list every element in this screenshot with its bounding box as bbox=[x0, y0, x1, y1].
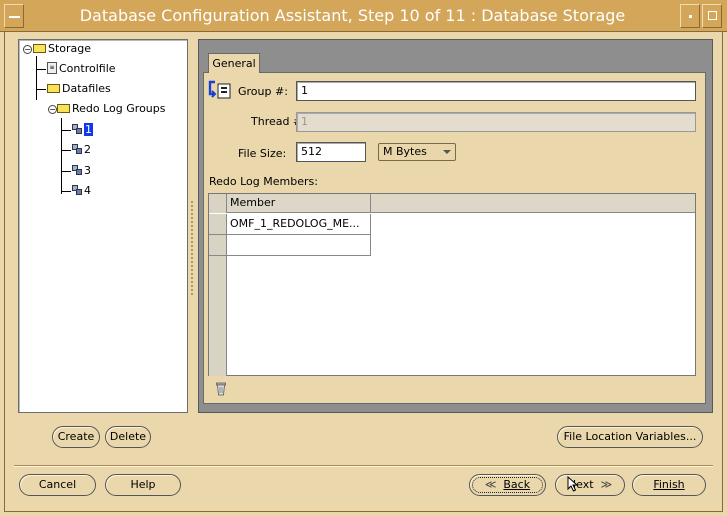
create-button[interactable]: Create bbox=[52, 426, 100, 448]
help-button[interactable]: Help bbox=[105, 474, 181, 496]
tree-item-storage[interactable]: Storage bbox=[33, 41, 91, 57]
file-size-label: File Size: bbox=[238, 147, 287, 160]
redo-log-group-icon bbox=[208, 80, 231, 99]
back-button[interactable]: ≪ Back bbox=[469, 474, 546, 496]
tree-item-group-3[interactable]: 3 bbox=[72, 163, 91, 179]
window-title: Database Configuration Assistant, Step 1… bbox=[79, 6, 626, 25]
group-number-field[interactable]: 1 bbox=[296, 81, 696, 101]
tab-general[interactable]: General bbox=[208, 53, 260, 73]
square-icon bbox=[708, 11, 717, 20]
row-header[interactable] bbox=[209, 235, 227, 256]
folder-icon bbox=[33, 43, 46, 53]
redo-log-members-label: Redo Log Members: bbox=[209, 175, 318, 188]
folder-icon bbox=[57, 103, 70, 113]
next-button[interactable]: Next ≫ bbox=[555, 474, 625, 496]
folder-icon bbox=[47, 83, 60, 93]
tree-connector bbox=[61, 191, 71, 192]
collapse-icon[interactable]: − bbox=[48, 105, 57, 114]
members-table[interactable]: Member OMF_1_REDOLOG_ME... bbox=[208, 193, 696, 376]
table-cell-member[interactable]: OMF_1_REDOLOG_ME... bbox=[227, 214, 371, 235]
cancel-button[interactable]: Cancel bbox=[19, 474, 96, 496]
row-header[interactable] bbox=[209, 214, 227, 235]
collapse-icon[interactable]: − bbox=[23, 45, 32, 54]
finish-button[interactable]: Finish bbox=[632, 474, 706, 496]
thread-number-field: 1 bbox=[296, 112, 696, 132]
chevron-left-icon: ≪ bbox=[484, 478, 497, 491]
file-size-field[interactable]: 512 bbox=[296, 142, 366, 162]
redo-log-group-icon bbox=[72, 144, 83, 154]
window-menu-button[interactable] bbox=[4, 4, 24, 28]
minimize-button[interactable] bbox=[680, 4, 700, 28]
minus-icon bbox=[9, 16, 20, 18]
column-header-member[interactable]: Member bbox=[227, 194, 371, 213]
tree-item-datafiles[interactable]: Datafiles bbox=[47, 81, 111, 97]
maximize-button[interactable] bbox=[702, 4, 722, 28]
tree-item-controlfile[interactable]: ≡ Controlfile bbox=[47, 61, 116, 77]
splitter-handle[interactable] bbox=[190, 200, 194, 296]
row-header-column bbox=[209, 256, 227, 376]
tree-connector bbox=[61, 150, 71, 151]
table-corner bbox=[209, 194, 227, 213]
chevron-right-icon: ≫ bbox=[600, 478, 613, 491]
tree-connector bbox=[36, 56, 37, 100]
dot-icon bbox=[689, 15, 692, 18]
table-cell-member[interactable] bbox=[227, 235, 371, 256]
tree-item-group-2[interactable]: 2 bbox=[72, 142, 91, 158]
footer-separator bbox=[14, 465, 713, 467]
group-number-label: Group #: bbox=[238, 85, 288, 98]
tree-connector bbox=[61, 171, 71, 172]
title-bar: Database Configuration Assistant, Step 1… bbox=[0, 0, 727, 32]
tree-connector bbox=[36, 69, 46, 70]
tree-connector bbox=[36, 89, 46, 90]
trash-icon[interactable] bbox=[216, 382, 226, 396]
tree-item-group-4[interactable]: 4 bbox=[72, 183, 91, 199]
mouse-cursor-icon bbox=[567, 476, 579, 492]
delete-button[interactable]: Delete bbox=[105, 426, 151, 448]
document-icon: ≡ bbox=[47, 62, 57, 74]
unit-value: M Bytes bbox=[383, 145, 427, 158]
redo-log-group-icon bbox=[72, 165, 83, 175]
chevron-down-icon bbox=[443, 150, 451, 154]
redo-log-group-icon bbox=[72, 124, 83, 134]
tree-item-redo-log-groups[interactable]: Redo Log Groups bbox=[57, 101, 166, 117]
tree-connector bbox=[61, 130, 71, 131]
file-location-variables-button[interactable]: File Location Variables... bbox=[557, 426, 703, 448]
storage-tree[interactable]: − Storage ≡ Controlfile Datafiles − Redo … bbox=[18, 39, 188, 413]
file-size-unit-select[interactable]: M Bytes bbox=[378, 143, 456, 161]
tree-item-group-1[interactable]: 1 bbox=[72, 122, 93, 138]
redo-log-group-icon bbox=[72, 185, 83, 195]
